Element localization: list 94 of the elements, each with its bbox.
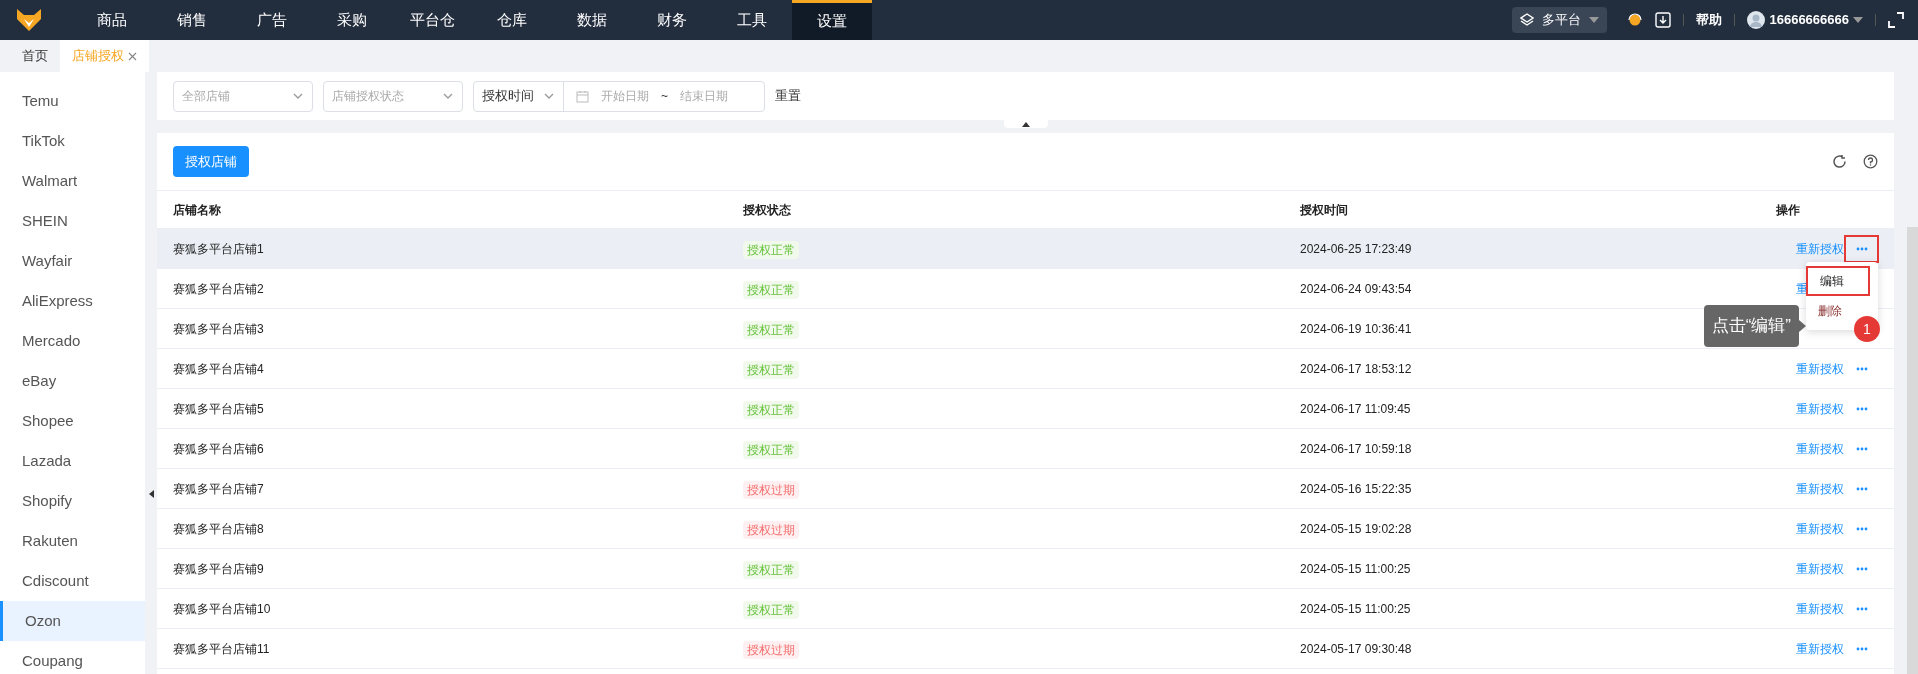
layers-icon: [1520, 13, 1535, 27]
auth-time: 2024-05-15 11:00:25: [1300, 600, 1411, 618]
column-header: 授权状态: [743, 201, 792, 219]
auth-time: 2024-05-16 15:22:35: [1300, 480, 1412, 498]
store-name: 赛狐多平台店铺10: [173, 600, 271, 618]
more-icon: [1855, 366, 1868, 371]
status-tag: 授权过期: [743, 480, 799, 499]
store-name: 赛狐多平台店铺4: [173, 360, 264, 378]
help-icon[interactable]: [1863, 154, 1878, 169]
more-icon: [1855, 646, 1868, 651]
auth-time: 2024-06-19 10:36:41: [1300, 320, 1412, 338]
table-row[interactable]: 赛狐多平台店铺1 授权正常 2024-06-25 17:23:49 重新授权: [157, 229, 1894, 269]
sidebar-item[interactable]: Temu: [0, 81, 145, 121]
caret-down-icon: [1853, 17, 1863, 23]
store-name: 赛狐多平台店铺1: [173, 240, 264, 258]
sidebar-item[interactable]: Shopee: [0, 401, 145, 441]
nav-tab[interactable]: 工具: [712, 0, 792, 40]
more-icon: [1855, 486, 1868, 491]
close-icon[interactable]: [128, 51, 137, 61]
column-header: 授权时间: [1300, 201, 1349, 219]
fullscreen-icon[interactable]: [1888, 12, 1904, 28]
auth-time: 2024-06-17 11:09:45: [1300, 400, 1411, 418]
store-name: 赛狐多平台店铺2: [173, 280, 264, 298]
store-name: 赛狐多平台店铺8: [173, 520, 264, 538]
store-name: 赛狐多平台店铺7: [173, 480, 264, 498]
auth-time: 2024-05-17 09:30:48: [1300, 640, 1412, 658]
sidebar-item[interactable]: eBay: [0, 361, 145, 401]
auth-time: 2024-06-24 09:43:54: [1300, 280, 1412, 298]
reset-button[interactable]: 重置: [775, 86, 801, 106]
auth-time: 2024-05-15 19:02:28: [1300, 520, 1412, 538]
refresh-icon[interactable]: [1832, 154, 1847, 169]
sidebar-item[interactable]: Shopify: [0, 481, 145, 521]
status-tag: 授权正常: [743, 240, 799, 259]
user-menu[interactable]: 16666666666: [1747, 10, 1863, 30]
status-tag: 授权正常: [743, 600, 799, 619]
fox-logo-icon: [16, 8, 42, 32]
store-name: 赛狐多平台店铺3: [173, 320, 264, 338]
store-name: 赛狐多平台店铺9: [173, 560, 264, 578]
status-tag: 授权过期: [743, 640, 799, 659]
sidebar-item[interactable]: Wayfair: [0, 241, 145, 281]
avatar-icon: [1747, 11, 1766, 29]
more-icon: [1855, 606, 1868, 611]
more-icon: [1855, 526, 1868, 531]
status-tag: 授权过期: [743, 520, 799, 539]
sidebar-item[interactable]: Coupang: [0, 641, 145, 674]
status-tag: 授权正常: [743, 560, 799, 579]
caret-down-icon: [1589, 17, 1600, 23]
nav-tab[interactable]: 仓库: [472, 0, 552, 40]
auth-time: 2024-06-17 10:59:18: [1300, 440, 1412, 458]
nav-tab[interactable]: 数据: [552, 0, 632, 40]
download-icon[interactable]: [1655, 12, 1672, 28]
sidebar-item[interactable]: AliExpress: [0, 281, 145, 321]
status-tag: 授权正常: [743, 320, 799, 339]
more-icon: [1855, 406, 1868, 411]
store-name: 赛狐多平台店铺11: [173, 640, 270, 658]
nav-tab[interactable]: 采购: [312, 0, 392, 40]
step-badge: 1: [1854, 316, 1880, 342]
caret-left-icon: [148, 490, 154, 498]
auth-time: 2024-06-17 18:53:12: [1300, 360, 1412, 378]
sidebar-item[interactable]: Cdiscount: [0, 561, 145, 601]
auth-time: 2024-05-15 11:00:25: [1300, 560, 1411, 578]
tooltip-arrow-icon: [1799, 320, 1806, 332]
more-icon: [1855, 566, 1868, 571]
auth-time: 2024-06-25 17:23:49: [1300, 240, 1412, 258]
nav-tab[interactable]: 财务: [632, 0, 712, 40]
platform-switcher[interactable]: 多平台: [1512, 7, 1608, 33]
headset-icon[interactable]: [1627, 12, 1644, 28]
page-tab[interactable]: 首页: [10, 40, 60, 72]
sidebar-item[interactable]: Rakuten: [0, 521, 145, 561]
status-tag: 授权正常: [743, 400, 799, 419]
nav-tab[interactable]: 商品: [72, 0, 152, 40]
status-tag: 授权正常: [743, 360, 799, 379]
column-header: 店铺名称: [173, 201, 222, 219]
collapse-tab[interactable]: [1003, 120, 1048, 128]
status-tag: 授权正常: [743, 280, 799, 299]
nav-tab[interactable]: 销售: [152, 0, 232, 40]
callout-tooltip: 点击“编辑”: [1703, 305, 1799, 347]
column-header: 操作: [1776, 201, 1801, 219]
store-name: 赛狐多平台店铺5: [173, 400, 264, 418]
sidebar-item[interactable]: Mercado: [0, 321, 145, 361]
sidebar-item[interactable]: SHEIN: [0, 201, 145, 241]
more-icon: [1855, 446, 1868, 451]
sidebar-item[interactable]: TikTok: [0, 121, 145, 161]
nav-tab[interactable]: 广告: [232, 0, 312, 40]
sidebar-item[interactable]: Ozon: [0, 601, 145, 641]
help-link[interactable]: 帮助: [1696, 10, 1723, 30]
sidebar-item[interactable]: Lazada: [0, 441, 145, 481]
sidebar-item[interactable]: Walmart: [0, 161, 145, 201]
nav-tab[interactable]: 设置: [792, 0, 872, 40]
menu-item[interactable]: 编辑: [1806, 266, 1870, 296]
more-icon: [1855, 246, 1868, 251]
nav-tab[interactable]: 平台仓: [392, 0, 472, 40]
store-name: 赛狐多平台店铺6: [173, 440, 264, 458]
status-tag: 授权正常: [743, 440, 799, 459]
